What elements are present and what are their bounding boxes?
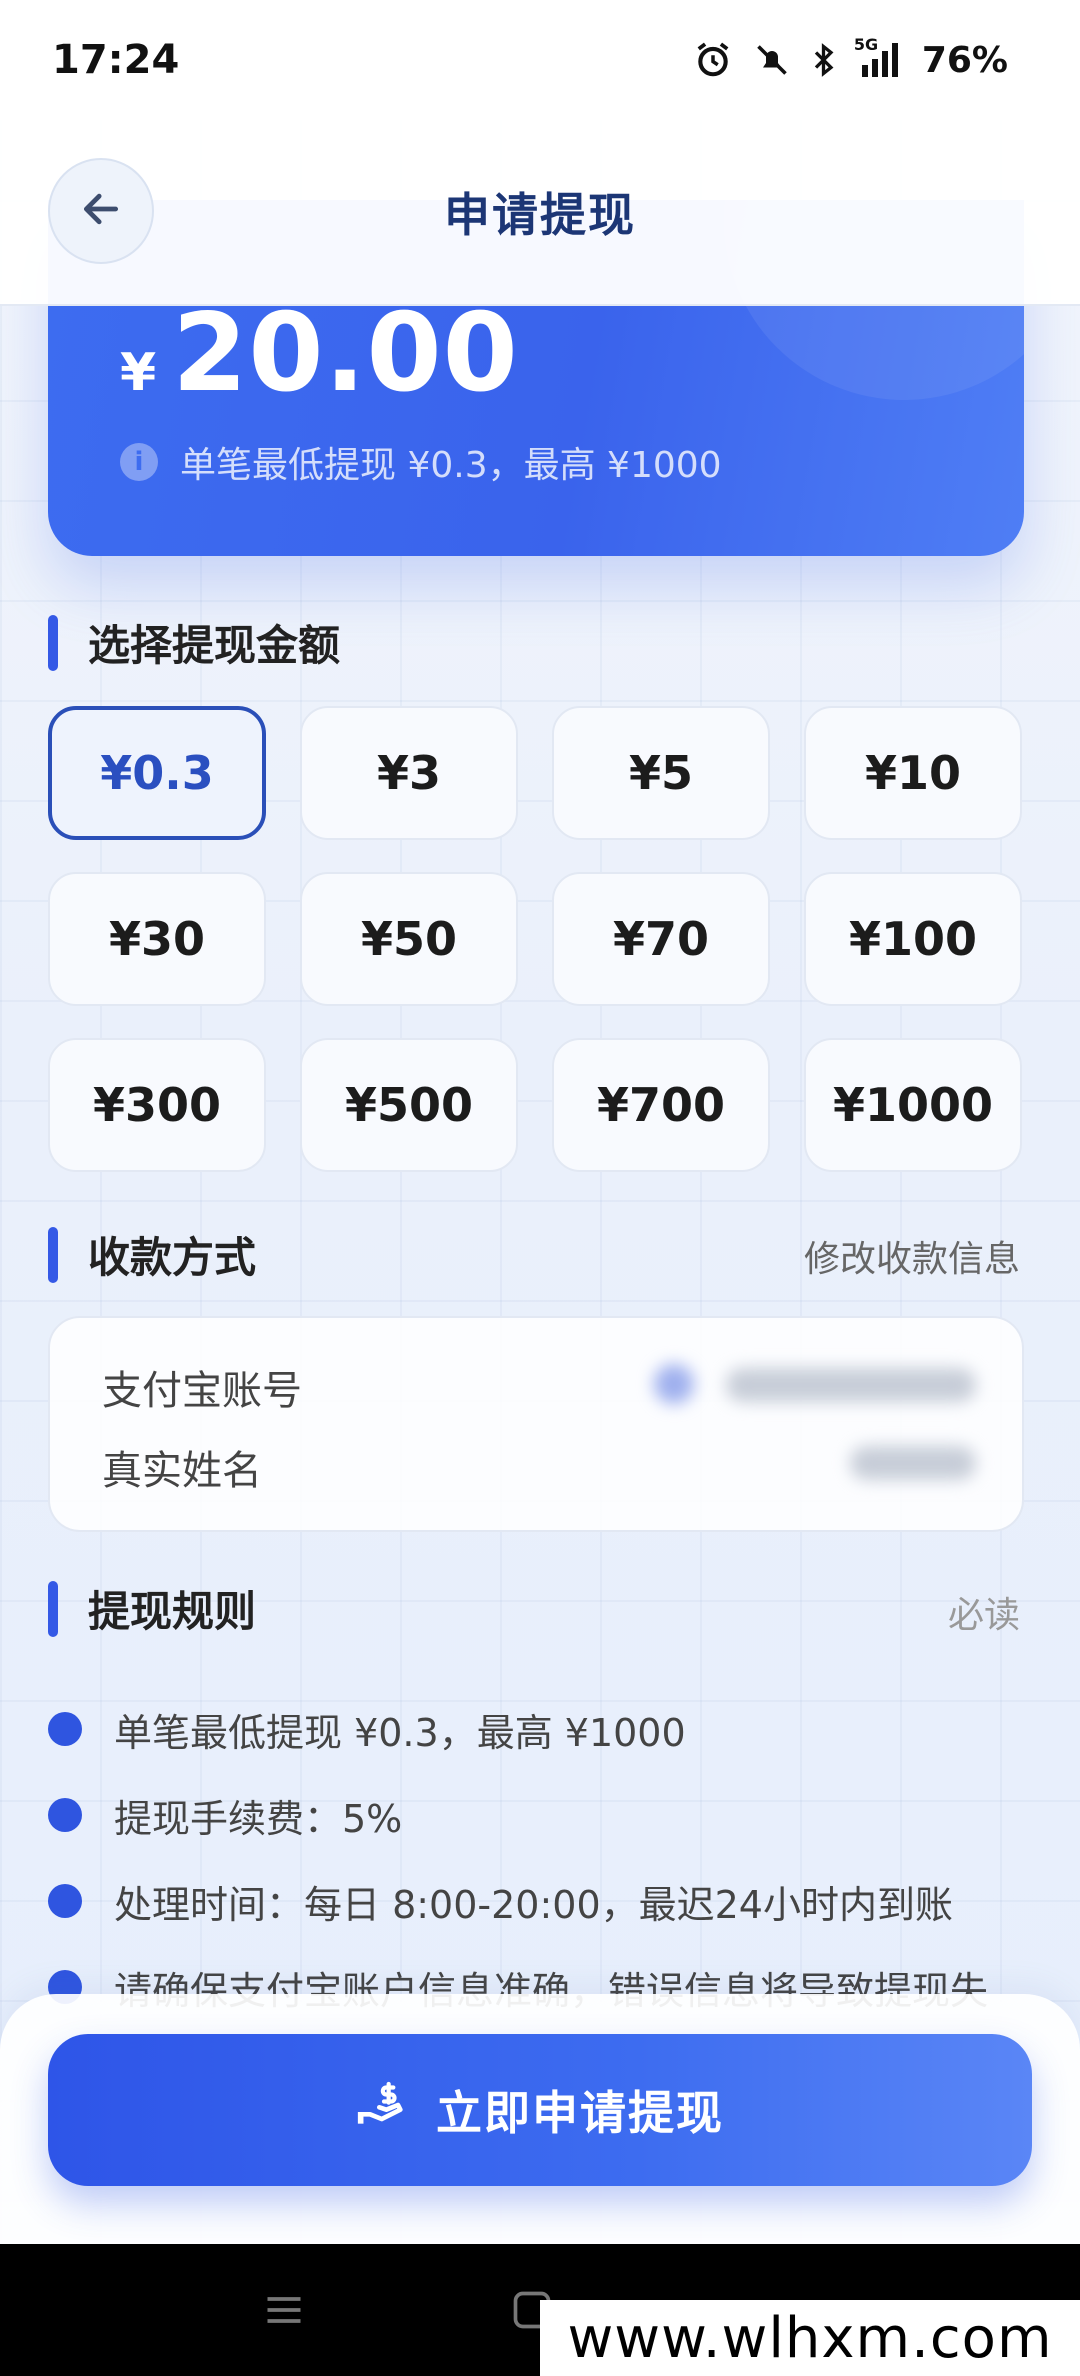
real-name-label: 真实姓名	[102, 1448, 262, 1494]
amount-options-grid: ¥0.3 ¥3 ¥5 ¥10 ¥30 ¥50 ¥70 ¥100 ¥300 ¥50…	[48, 706, 1024, 1172]
menu-icon[interactable]	[262, 2288, 306, 2336]
select-amount-title: 选择提现金额	[88, 621, 341, 670]
amount-option-300[interactable]: ¥300	[48, 1038, 266, 1172]
rule-item: 处理时间：每日 8:00-20:00，最迟24小时内到账	[48, 1858, 1038, 1944]
alipay-account-value-redacted	[726, 1368, 976, 1402]
amount-option-50[interactable]: ¥50	[300, 872, 518, 1006]
payment-method-heading: 收款方式	[48, 1224, 256, 1285]
hand-money-icon	[356, 2077, 412, 2144]
bullet-dot	[48, 1884, 82, 1918]
network-type: 5G	[853, 35, 879, 54]
amount-display: ¥ 20.00	[120, 300, 519, 408]
status-bar: 17:24 5G 76%	[0, 0, 1080, 120]
section-marker	[48, 614, 58, 671]
amount-option-0-3[interactable]: ¥0.3	[48, 706, 266, 840]
amount-option-10[interactable]: ¥10	[804, 706, 1022, 840]
section-marker	[48, 1580, 58, 1637]
withdraw-rules-title: 提现规则	[88, 1587, 257, 1636]
alipay-icon	[654, 1364, 694, 1404]
currency-symbol: ¥	[120, 343, 157, 403]
arrow-left-icon	[79, 187, 123, 235]
status-time: 17:24	[52, 37, 180, 83]
amount-option-5[interactable]: ¥5	[552, 706, 770, 840]
withdraw-page: 17:24 5G 76% 申请提现 ¥ 20.00 i 单笔最低提现 ¥0.3，…	[0, 0, 1080, 2376]
must-read-tag: 必读	[947, 1595, 1020, 1636]
rules-list: 单笔最低提现 ¥0.3，最高 ¥1000 提现手续费：5% 处理时间：每日 8:…	[48, 1686, 1038, 2030]
amount-note-text: 单笔最低提现 ¥0.3，最高 ¥1000	[180, 445, 722, 486]
payment-method-title: 收款方式	[88, 1233, 257, 1282]
amount-option-70[interactable]: ¥70	[552, 872, 770, 1006]
amount-option-100[interactable]: ¥100	[804, 872, 1022, 1006]
amount-option-30[interactable]: ¥30	[48, 872, 266, 1006]
amount-option-700[interactable]: ¥700	[552, 1038, 770, 1172]
bluetooth-icon	[812, 42, 838, 78]
amount-option-3[interactable]: ¥3	[300, 706, 518, 840]
edit-payment-link[interactable]: 修改收款信息	[804, 1230, 1020, 1282]
amount-option-500[interactable]: ¥500	[300, 1038, 518, 1172]
select-amount-heading: 选择提现金额	[48, 612, 340, 673]
page-title: 申请提现	[444, 188, 636, 242]
amount-limit-note: i 单笔最低提现 ¥0.3，最高 ¥1000	[120, 436, 722, 488]
submit-withdraw-button[interactable]: 立即申请提现	[48, 2034, 1032, 2186]
status-icons: 5G 76%	[694, 35, 1008, 81]
rule-item: 单笔最低提现 ¥0.3，最高 ¥1000	[48, 1686, 1038, 1772]
withdraw-rules-heading: 提现规则	[48, 1578, 256, 1639]
alarm-icon	[694, 41, 732, 79]
submit-label: 立即申请提现	[436, 2086, 724, 2140]
alipay-account-label: 支付宝账号	[102, 1368, 302, 1414]
rule-text: 处理时间：每日 8:00-20:00，最迟24小时内到账	[114, 1882, 953, 1927]
watermark: www.wlhxm.com	[540, 2300, 1080, 2376]
amount-value: 20.00	[172, 291, 519, 416]
battery-level: 76%	[921, 39, 1008, 81]
real-name-value-redacted	[850, 1446, 976, 1480]
mute-icon	[754, 42, 790, 78]
bullet-dot	[48, 1798, 82, 1832]
info-icon: i	[120, 443, 158, 481]
page-header: 申请提现	[0, 120, 1080, 306]
signal-icon: 5G	[854, 35, 900, 77]
section-marker	[48, 1226, 58, 1283]
rule-item: 提现手续费：5%	[48, 1772, 1038, 1858]
rule-text: 单笔最低提现 ¥0.3，最高 ¥1000	[114, 1710, 686, 1755]
bullet-dot	[48, 1712, 82, 1746]
payment-info-card: 支付宝账号 真实姓名	[48, 1316, 1024, 1532]
back-button[interactable]	[48, 158, 154, 264]
rule-text: 提现手续费：5%	[114, 1796, 403, 1841]
amount-option-1000[interactable]: ¥1000	[804, 1038, 1022, 1172]
